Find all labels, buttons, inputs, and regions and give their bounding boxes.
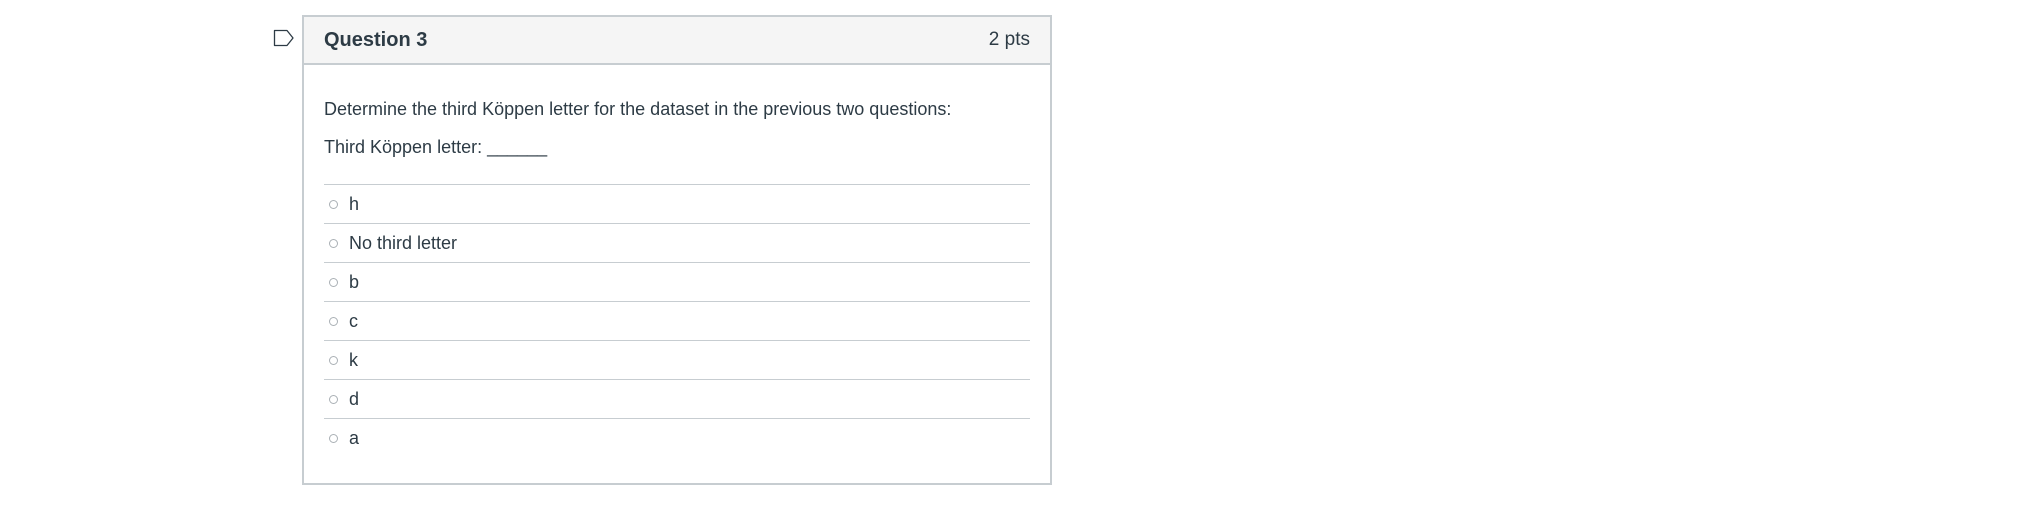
answer-label: d <box>349 388 360 409</box>
radio-button[interactable] <box>329 277 338 287</box>
question-card: Question 3 2 pts Determine the third Köp… <box>302 15 1052 485</box>
radio-button[interactable] <box>329 199 338 209</box>
question-prompt: Third Köppen letter: ______ <box>324 137 548 157</box>
answer-option[interactable]: k <box>324 341 1030 380</box>
answer-label: c <box>349 310 358 331</box>
answer-label: a <box>349 427 360 448</box>
answer-label: b <box>349 271 360 292</box>
answer-option[interactable]: d <box>324 380 1030 419</box>
radio-button[interactable] <box>329 355 338 365</box>
question-header: Question 3 2 pts <box>304 17 1050 65</box>
answer-option[interactable]: c <box>324 302 1030 341</box>
answer-option[interactable]: No third letter <box>324 224 1030 263</box>
answer-label: No third letter <box>349 232 458 253</box>
answer-list: h No third letter b c k d a <box>324 184 1030 457</box>
radio-button[interactable] <box>329 316 338 326</box>
radio-button[interactable] <box>329 433 338 443</box>
answer-label: h <box>349 193 360 214</box>
question-points: 2 pts <box>988 29 1030 50</box>
radio-button[interactable] <box>329 238 338 248</box>
answer-option[interactable]: h <box>324 185 1030 224</box>
question-text: Determine the third Köppen letter for th… <box>324 99 952 119</box>
question-body: Determine the third Köppen letter for th… <box>304 65 1050 457</box>
answer-option[interactable]: a <box>324 419 1030 457</box>
answer-label: k <box>349 349 358 370</box>
radio-button[interactable] <box>329 394 338 404</box>
flag-question-icon[interactable] <box>273 29 295 47</box>
answer-option[interactable]: b <box>324 263 1030 302</box>
question-title: Question 3 <box>324 28 428 51</box>
